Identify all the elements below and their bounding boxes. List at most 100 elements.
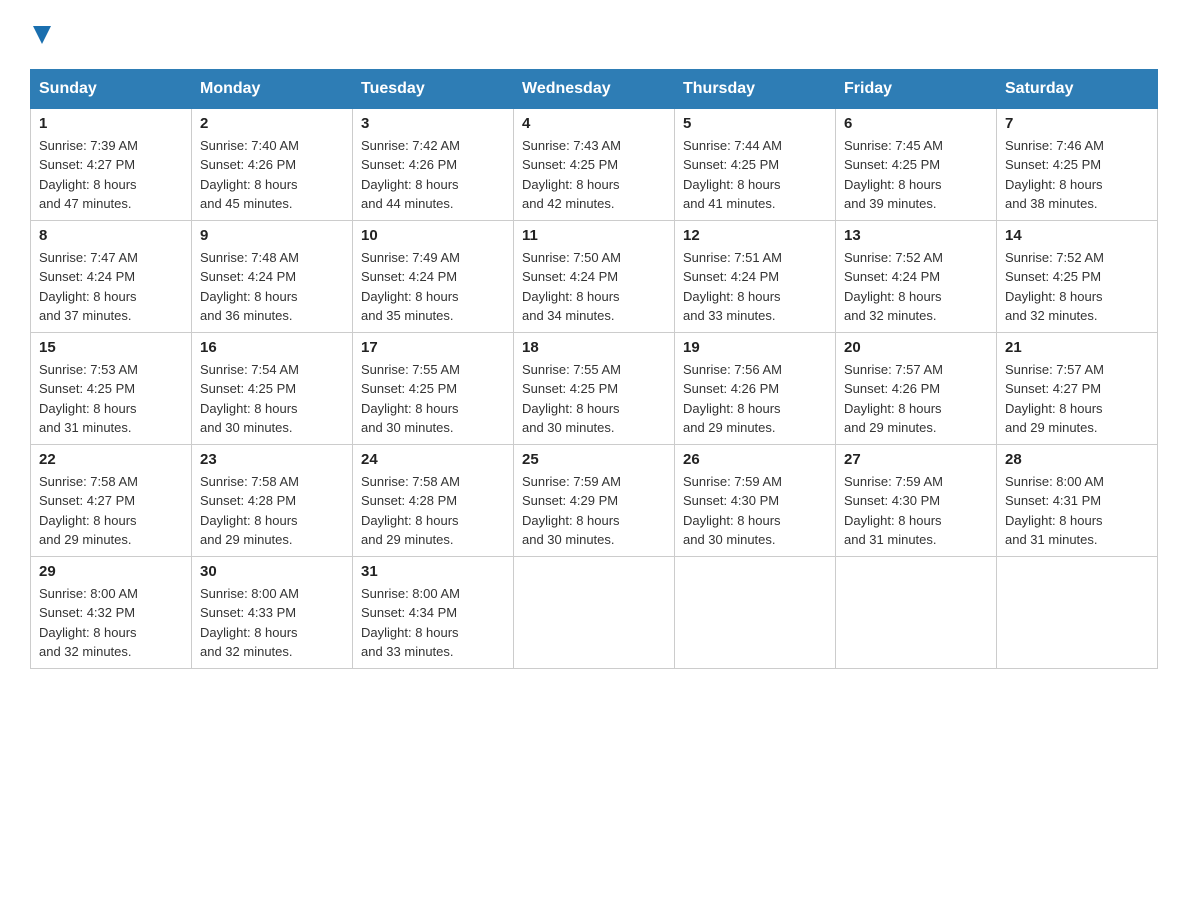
day-info: Sunrise: 7:58 AM Sunset: 4:27 PM Dayligh… bbox=[39, 472, 183, 550]
calendar-week-row: 15 Sunrise: 7:53 AM Sunset: 4:25 PM Dayl… bbox=[31, 332, 1158, 444]
day-number: 6 bbox=[844, 115, 988, 132]
day-number: 23 bbox=[200, 451, 344, 468]
calendar-header-row: SundayMondayTuesdayWednesdayThursdayFrid… bbox=[31, 69, 1158, 108]
calendar-cell bbox=[836, 556, 997, 668]
day-number: 16 bbox=[200, 339, 344, 356]
day-info: Sunrise: 7:50 AM Sunset: 4:24 PM Dayligh… bbox=[522, 248, 666, 326]
day-info: Sunrise: 7:52 AM Sunset: 4:25 PM Dayligh… bbox=[1005, 248, 1149, 326]
calendar-cell: 23 Sunrise: 7:58 AM Sunset: 4:28 PM Dayl… bbox=[192, 444, 353, 556]
day-info: Sunrise: 7:39 AM Sunset: 4:27 PM Dayligh… bbox=[39, 136, 183, 214]
calendar-cell: 6 Sunrise: 7:45 AM Sunset: 4:25 PM Dayli… bbox=[836, 108, 997, 220]
day-info: Sunrise: 7:43 AM Sunset: 4:25 PM Dayligh… bbox=[522, 136, 666, 214]
day-of-week-header: Friday bbox=[836, 69, 997, 108]
day-number: 7 bbox=[1005, 115, 1149, 132]
calendar-cell: 28 Sunrise: 8:00 AM Sunset: 4:31 PM Dayl… bbox=[997, 444, 1158, 556]
day-number: 13 bbox=[844, 227, 988, 244]
calendar-cell: 21 Sunrise: 7:57 AM Sunset: 4:27 PM Dayl… bbox=[997, 332, 1158, 444]
page-header bbox=[30, 20, 1158, 49]
day-info: Sunrise: 7:47 AM Sunset: 4:24 PM Dayligh… bbox=[39, 248, 183, 326]
calendar-cell: 8 Sunrise: 7:47 AM Sunset: 4:24 PM Dayli… bbox=[31, 220, 192, 332]
day-number: 24 bbox=[361, 451, 505, 468]
day-info: Sunrise: 7:45 AM Sunset: 4:25 PM Dayligh… bbox=[844, 136, 988, 214]
day-number: 27 bbox=[844, 451, 988, 468]
day-info: Sunrise: 7:56 AM Sunset: 4:26 PM Dayligh… bbox=[683, 360, 827, 438]
day-info: Sunrise: 7:49 AM Sunset: 4:24 PM Dayligh… bbox=[361, 248, 505, 326]
day-info: Sunrise: 7:42 AM Sunset: 4:26 PM Dayligh… bbox=[361, 136, 505, 214]
day-number: 12 bbox=[683, 227, 827, 244]
day-of-week-header: Sunday bbox=[31, 69, 192, 108]
day-number: 25 bbox=[522, 451, 666, 468]
day-number: 8 bbox=[39, 227, 183, 244]
day-number: 28 bbox=[1005, 451, 1149, 468]
calendar-cell: 10 Sunrise: 7:49 AM Sunset: 4:24 PM Dayl… bbox=[353, 220, 514, 332]
calendar-cell: 9 Sunrise: 7:48 AM Sunset: 4:24 PM Dayli… bbox=[192, 220, 353, 332]
day-info: Sunrise: 7:44 AM Sunset: 4:25 PM Dayligh… bbox=[683, 136, 827, 214]
day-info: Sunrise: 7:59 AM Sunset: 4:30 PM Dayligh… bbox=[844, 472, 988, 550]
day-info: Sunrise: 7:52 AM Sunset: 4:24 PM Dayligh… bbox=[844, 248, 988, 326]
calendar-cell: 22 Sunrise: 7:58 AM Sunset: 4:27 PM Dayl… bbox=[31, 444, 192, 556]
calendar-cell: 31 Sunrise: 8:00 AM Sunset: 4:34 PM Dayl… bbox=[353, 556, 514, 668]
calendar-cell: 7 Sunrise: 7:46 AM Sunset: 4:25 PM Dayli… bbox=[997, 108, 1158, 220]
day-info: Sunrise: 7:55 AM Sunset: 4:25 PM Dayligh… bbox=[522, 360, 666, 438]
calendar-cell: 2 Sunrise: 7:40 AM Sunset: 4:26 PM Dayli… bbox=[192, 108, 353, 220]
calendar-cell bbox=[514, 556, 675, 668]
calendar-cell: 25 Sunrise: 7:59 AM Sunset: 4:29 PM Dayl… bbox=[514, 444, 675, 556]
day-info: Sunrise: 8:00 AM Sunset: 4:33 PM Dayligh… bbox=[200, 584, 344, 662]
day-info: Sunrise: 8:00 AM Sunset: 4:31 PM Dayligh… bbox=[1005, 472, 1149, 550]
day-number: 26 bbox=[683, 451, 827, 468]
day-info: Sunrise: 7:51 AM Sunset: 4:24 PM Dayligh… bbox=[683, 248, 827, 326]
day-number: 20 bbox=[844, 339, 988, 356]
calendar-week-row: 1 Sunrise: 7:39 AM Sunset: 4:27 PM Dayli… bbox=[31, 108, 1158, 220]
day-number: 31 bbox=[361, 563, 505, 580]
day-of-week-header: Thursday bbox=[675, 69, 836, 108]
calendar-cell: 20 Sunrise: 7:57 AM Sunset: 4:26 PM Dayl… bbox=[836, 332, 997, 444]
day-number: 3 bbox=[361, 115, 505, 132]
day-info: Sunrise: 8:00 AM Sunset: 4:34 PM Dayligh… bbox=[361, 584, 505, 662]
calendar-cell: 13 Sunrise: 7:52 AM Sunset: 4:24 PM Dayl… bbox=[836, 220, 997, 332]
calendar-cell: 12 Sunrise: 7:51 AM Sunset: 4:24 PM Dayl… bbox=[675, 220, 836, 332]
day-number: 18 bbox=[522, 339, 666, 356]
calendar-cell: 30 Sunrise: 8:00 AM Sunset: 4:33 PM Dayl… bbox=[192, 556, 353, 668]
calendar-cell: 16 Sunrise: 7:54 AM Sunset: 4:25 PM Dayl… bbox=[192, 332, 353, 444]
day-number: 29 bbox=[39, 563, 183, 580]
logo-triangle-icon bbox=[33, 26, 51, 49]
calendar-cell: 4 Sunrise: 7:43 AM Sunset: 4:25 PM Dayli… bbox=[514, 108, 675, 220]
day-number: 17 bbox=[361, 339, 505, 356]
day-of-week-header: Monday bbox=[192, 69, 353, 108]
calendar-cell: 3 Sunrise: 7:42 AM Sunset: 4:26 PM Dayli… bbox=[353, 108, 514, 220]
calendar-cell: 11 Sunrise: 7:50 AM Sunset: 4:24 PM Dayl… bbox=[514, 220, 675, 332]
calendar-cell: 15 Sunrise: 7:53 AM Sunset: 4:25 PM Dayl… bbox=[31, 332, 192, 444]
calendar-cell: 14 Sunrise: 7:52 AM Sunset: 4:25 PM Dayl… bbox=[997, 220, 1158, 332]
day-of-week-header: Saturday bbox=[997, 69, 1158, 108]
day-number: 15 bbox=[39, 339, 183, 356]
calendar-table: SundayMondayTuesdayWednesdayThursdayFrid… bbox=[30, 69, 1158, 669]
calendar-cell: 24 Sunrise: 7:58 AM Sunset: 4:28 PM Dayl… bbox=[353, 444, 514, 556]
day-info: Sunrise: 7:58 AM Sunset: 4:28 PM Dayligh… bbox=[200, 472, 344, 550]
calendar-cell: 17 Sunrise: 7:55 AM Sunset: 4:25 PM Dayl… bbox=[353, 332, 514, 444]
day-info: Sunrise: 8:00 AM Sunset: 4:32 PM Dayligh… bbox=[39, 584, 183, 662]
day-number: 10 bbox=[361, 227, 505, 244]
day-number: 9 bbox=[200, 227, 344, 244]
day-number: 14 bbox=[1005, 227, 1149, 244]
day-info: Sunrise: 7:53 AM Sunset: 4:25 PM Dayligh… bbox=[39, 360, 183, 438]
day-info: Sunrise: 7:55 AM Sunset: 4:25 PM Dayligh… bbox=[361, 360, 505, 438]
calendar-cell: 18 Sunrise: 7:55 AM Sunset: 4:25 PM Dayl… bbox=[514, 332, 675, 444]
calendar-cell: 29 Sunrise: 8:00 AM Sunset: 4:32 PM Dayl… bbox=[31, 556, 192, 668]
calendar-cell bbox=[675, 556, 836, 668]
day-number: 22 bbox=[39, 451, 183, 468]
day-info: Sunrise: 7:59 AM Sunset: 4:29 PM Dayligh… bbox=[522, 472, 666, 550]
calendar-week-row: 22 Sunrise: 7:58 AM Sunset: 4:27 PM Dayl… bbox=[31, 444, 1158, 556]
day-number: 1 bbox=[39, 115, 183, 132]
calendar-cell: 26 Sunrise: 7:59 AM Sunset: 4:30 PM Dayl… bbox=[675, 444, 836, 556]
day-info: Sunrise: 7:57 AM Sunset: 4:26 PM Dayligh… bbox=[844, 360, 988, 438]
day-number: 5 bbox=[683, 115, 827, 132]
logo bbox=[30, 20, 51, 49]
calendar-cell: 27 Sunrise: 7:59 AM Sunset: 4:30 PM Dayl… bbox=[836, 444, 997, 556]
day-number: 2 bbox=[200, 115, 344, 132]
calendar-week-row: 29 Sunrise: 8:00 AM Sunset: 4:32 PM Dayl… bbox=[31, 556, 1158, 668]
day-info: Sunrise: 7:59 AM Sunset: 4:30 PM Dayligh… bbox=[683, 472, 827, 550]
day-of-week-header: Tuesday bbox=[353, 69, 514, 108]
calendar-cell: 19 Sunrise: 7:56 AM Sunset: 4:26 PM Dayl… bbox=[675, 332, 836, 444]
day-info: Sunrise: 7:46 AM Sunset: 4:25 PM Dayligh… bbox=[1005, 136, 1149, 214]
day-info: Sunrise: 7:54 AM Sunset: 4:25 PM Dayligh… bbox=[200, 360, 344, 438]
